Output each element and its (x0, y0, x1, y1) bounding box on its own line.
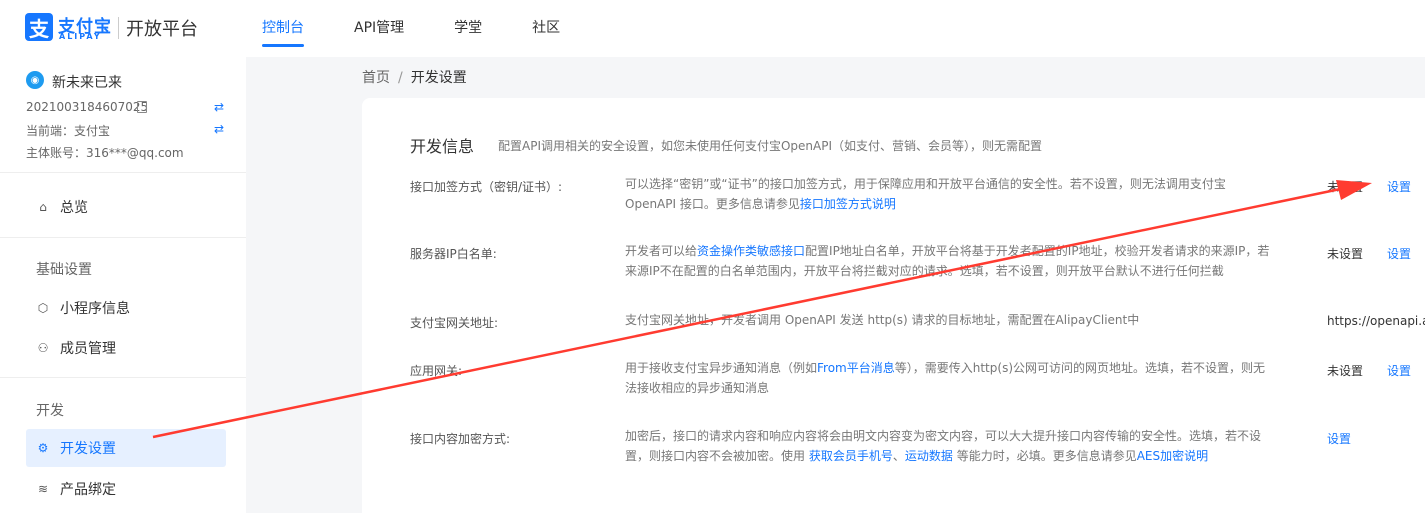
cube-icon: ⬡ (37, 301, 49, 315)
aes-doc-link[interactable]: AES加密说明 (1137, 449, 1208, 463)
sidebar-item-members[interactable]: ⚇ 成员管理 (26, 329, 226, 367)
sidebar-divider (0, 377, 246, 378)
sidebar-item-product-bind[interactable]: ≋ 产品绑定 (26, 470, 226, 508)
sidebar-item-label: 小程序信息 (60, 301, 130, 317)
layers-icon: ≋ (37, 482, 49, 496)
member-phone-link[interactable]: 获取会员手机号 (809, 449, 893, 463)
set-ip-whitelist-button[interactable]: 设置 (1387, 245, 1411, 262)
platform-message-link[interactable]: From平台消息 (817, 361, 895, 375)
sidebar-item-overview[interactable]: ⌂ 总览 (26, 188, 226, 226)
users-icon: ⚇ (37, 341, 49, 355)
set-encryption-button[interactable]: 设置 (1327, 430, 1351, 447)
platform-title[interactable]: 开放平台 (126, 15, 198, 41)
nav-api-management[interactable]: API管理 (354, 17, 404, 47)
nav-community[interactable]: 社区 (532, 17, 560, 47)
account-avatar-icon: ◉ (26, 71, 44, 89)
home-icon: ⌂ (39, 200, 47, 214)
row-description: 用于接收支付宝异步通知消息（例如From平台消息等），需要传入http(s)公网… (625, 358, 1273, 398)
sidebar-group-dev: 开发 (36, 403, 64, 419)
logo-divider (118, 17, 119, 39)
sensitive-api-link[interactable]: 资金操作类敏感接口 (697, 244, 805, 258)
breadcrumb-current: 开发设置 (410, 70, 467, 86)
copy-icon[interactable] (137, 101, 147, 113)
desc-text: 可以选择“密钥”或“证书”的接口加签方式，用于保障应用和开放平台通信的安全性。若… (625, 177, 1226, 211)
sidebar-item-mini-info[interactable]: ⬡ 小程序信息 (26, 289, 226, 327)
switch-app-icon[interactable]: ⇄ (214, 100, 224, 114)
breadcrumb-home[interactable]: 首页 (362, 70, 390, 86)
row-label-encryption: 接口内容加密方式: (410, 432, 511, 446)
settings-icon: ⚙ (37, 441, 49, 455)
section-description: 配置API调用相关的安全设置，如您未使用任何支付宝OpenAPI（如支付、营销、… (498, 139, 1043, 153)
switch-end-icon[interactable]: ⇄ (214, 122, 224, 136)
set-sign-method-button[interactable]: 设置 (1387, 178, 1411, 195)
desc-text: 用于接收支付宝异步通知消息（例如 (625, 361, 818, 375)
gateway-url: https://openapi.a (1327, 314, 1425, 328)
sidebar-item-label: 总览 (60, 200, 88, 216)
current-end: 当前端：支付宝 (26, 124, 111, 138)
row-description: 开发者可以给资金操作类敏感接口配置IP地址白名单，开放平台将基于开发者配置的IP… (625, 241, 1273, 281)
desc-text: 等能力时，必填。更多信息请参见 (952, 449, 1137, 463)
row-description: 可以选择“密钥”或“证书”的接口加签方式，用于保障应用和开放平台通信的安全性。若… (625, 174, 1273, 214)
sidebar-group-basic: 基础设置 (36, 262, 92, 278)
desc-text: 开发者可以给 (625, 244, 698, 258)
sidebar: ◉ 新未来已来 2021003184607025 ⇄ 当前端：支付宝 ⇄ 主体账… (0, 57, 246, 513)
row-description: 支付宝网关地址，开发者调用 OpenAPI 发送 http(s) 请求的目标地址… (625, 310, 1273, 330)
row-label-sign-method: 接口加签方式（密钥/证书）: (410, 180, 563, 194)
nav-console[interactable]: 控制台 (262, 17, 304, 47)
section-title: 开发信息 (410, 137, 475, 156)
sidebar-item-label: 产品绑定 (60, 482, 116, 498)
sign-method-doc-link[interactable]: 接口加签方式说明 (800, 197, 896, 211)
breadcrumb: 首页 / 开发设置 (362, 67, 467, 87)
nav-academy[interactable]: 学堂 (454, 17, 482, 47)
alipay-logo-icon[interactable]: 支 (25, 13, 53, 41)
sidebar-divider (0, 172, 246, 173)
app-id: 2021003184607025 (26, 100, 149, 114)
main-nav: 控制台 API管理 学堂 社区 (262, 17, 610, 47)
account-name: 新未来已来 (52, 75, 122, 91)
sidebar-item-dev-settings[interactable]: ⚙ 开发设置 (26, 429, 226, 467)
desc-text: 支付宝网关地址，开发者调用 OpenAPI 发送 http(s) 请求的目标地址… (625, 313, 1140, 327)
main-account: 主体账号：316***@qq.com (26, 146, 184, 160)
sport-data-link[interactable]: 运动数据 (905, 449, 953, 463)
desc-text: 、 (892, 449, 905, 463)
row-label-app-gateway: 应用网关: (410, 364, 463, 378)
top-bar: 支 支付宝 ALIPAY 开放平台 控制台 API管理 学堂 社区 (0, 0, 1425, 57)
status-text: 未设置 (1327, 364, 1364, 378)
status-text: 未设置 (1327, 180, 1364, 194)
row-label-gateway: 支付宝网关地址: (410, 316, 499, 330)
row-label-ip-whitelist: 服务器IP白名单: (410, 247, 497, 261)
dev-info-card: 开发信息 配置API调用相关的安全设置，如您未使用任何支付宝OpenAPI（如支… (362, 98, 1425, 513)
row-description: 加密后，接口的请求内容和响应内容将会由明文内容变为密文内容，可以大大提升接口内容… (625, 426, 1273, 466)
logo-subtext: ALIPAY (59, 32, 102, 41)
set-app-gateway-button[interactable]: 设置 (1387, 362, 1411, 379)
sidebar-item-label: 成员管理 (60, 341, 116, 357)
breadcrumb-separator: / (398, 70, 403, 86)
sidebar-divider (0, 237, 246, 238)
status-text: 未设置 (1327, 247, 1364, 261)
sidebar-item-label: 开发设置 (60, 441, 116, 457)
